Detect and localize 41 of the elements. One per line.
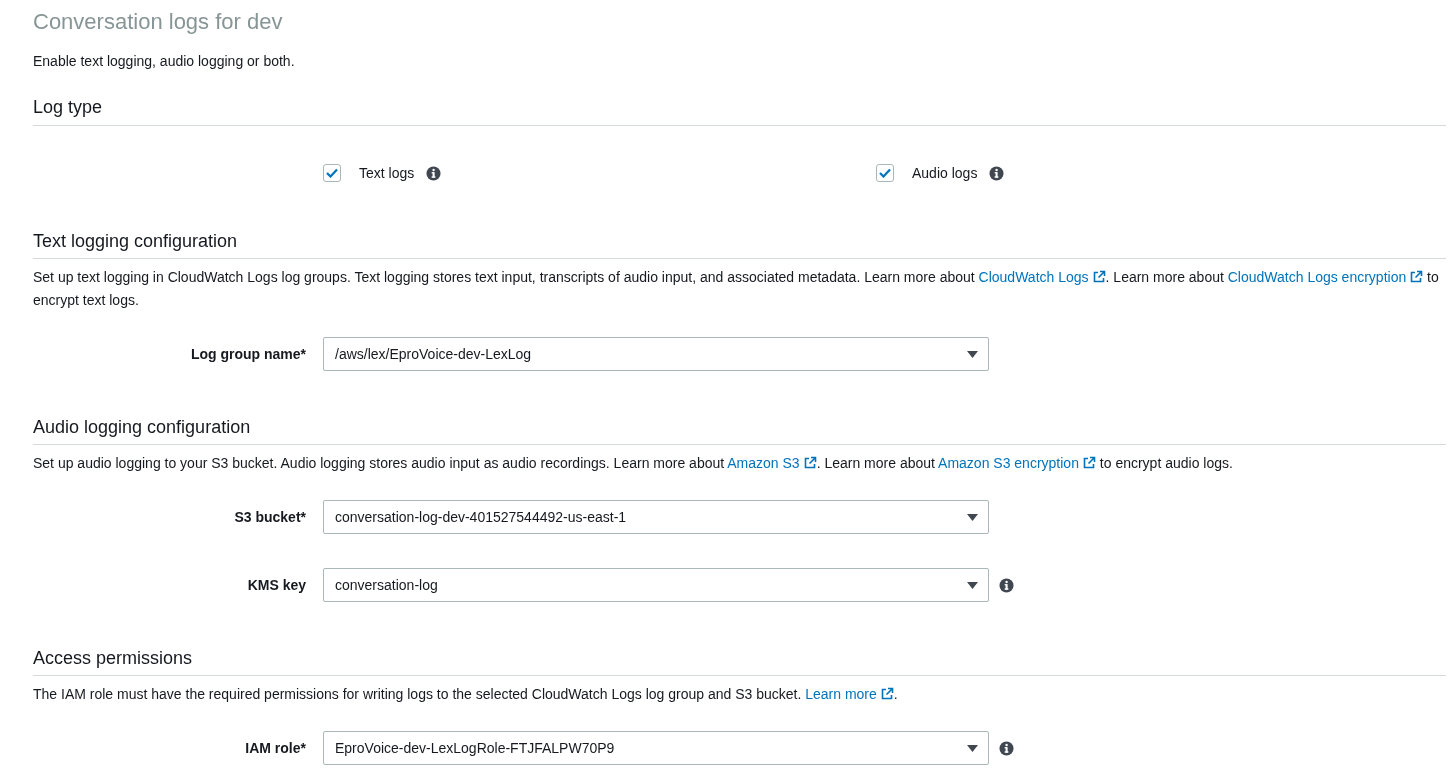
field-label: Log group name*	[189, 346, 306, 362]
external-link-icon	[802, 456, 817, 470]
dropdown[interactable]: conversation-log-dev-401527544492-us-east-1	[323, 500, 989, 534]
info-icon[interactable]	[426, 165, 442, 181]
section-heading: Text logging configuration	[33, 230, 1446, 259]
dropdown[interactable]: EproVoice-dev-LexLogRole-FTJFALPW70P9	[323, 731, 989, 765]
info-icon[interactable]	[999, 577, 1014, 593]
checkbox-label: Text logs	[359, 165, 415, 181]
field-label: IAM role*	[244, 740, 306, 756]
caret-icon	[967, 581, 978, 589]
external-link-icon	[879, 687, 894, 701]
link[interactable]: Amazon S3	[727, 455, 817, 471]
section-description: Set up text logging in CloudWatch Logs log groups. Text logging stores text input, transcripts of audio input, and associated metadata. Learn more about CloudWatch Logs . Learn more about CloudWatch Logs encryption to encrypt text logs.	[33, 268, 1440, 310]
section-description: The IAM role must have the required permissions for writing logs to the selected CloudWatch Logs log group and S3 bucket. Learn more .	[33, 685, 899, 704]
info-icon[interactable]	[999, 740, 1014, 756]
link[interactable]: CloudWatch Logs	[978, 269, 1106, 285]
checkmark-icon	[879, 168, 891, 178]
checkbox[interactable]	[323, 164, 341, 182]
checkmark-icon	[326, 168, 338, 178]
link[interactable]: Learn more	[805, 686, 894, 702]
section-heading: Log type	[33, 96, 1446, 126]
link[interactable]: CloudWatch Logs encryption	[1227, 269, 1424, 285]
link[interactable]: Amazon S3 encryption	[938, 455, 1096, 471]
dropdown[interactable]: conversation-log	[323, 568, 989, 602]
section-heading: Audio logging configuration	[33, 416, 1446, 445]
checkbox[interactable]	[876, 164, 894, 182]
field-label: S3 bucket*	[233, 509, 306, 525]
info-icon[interactable]	[989, 165, 1005, 181]
external-link-icon	[1409, 270, 1424, 284]
external-link-icon	[1091, 270, 1106, 284]
dropdown[interactable]: /aws/lex/EproVoice-dev-LexLog	[323, 337, 989, 371]
external-link-icon	[1081, 456, 1096, 470]
checkbox-label: Audio logs	[912, 165, 978, 181]
section-description: Set up audio logging to your S3 bucket. Audio logging stores audio input as audio recordings. Learn more about Amazon S3 . Learn more about Amazon S3 encryption to encrypt audio logs.	[33, 454, 1234, 473]
caret-icon	[967, 350, 978, 358]
caret-icon	[967, 744, 978, 752]
page-title: Conversation logs for dev	[33, 8, 284, 36]
page-description: Enable text logging, audio logging or both.	[33, 52, 296, 71]
section-heading: Access permissions	[33, 647, 1446, 676]
field-label: KMS key	[246, 577, 306, 593]
caret-icon	[967, 513, 978, 521]
